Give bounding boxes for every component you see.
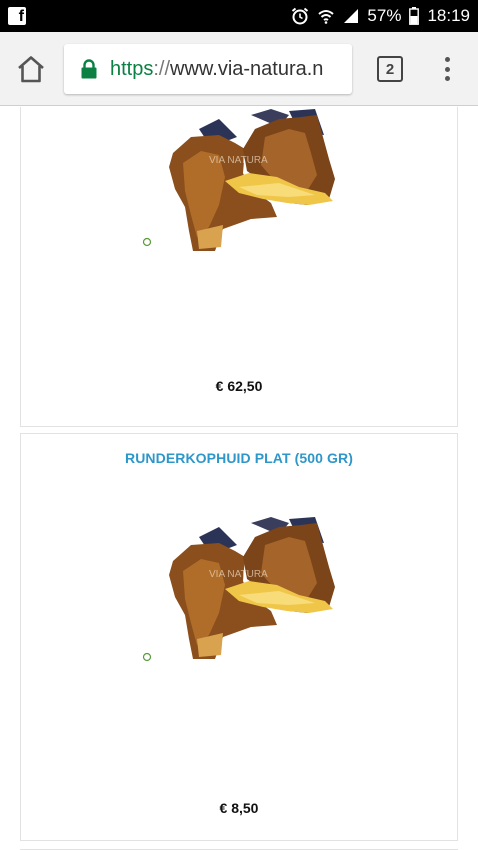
battery-icon	[409, 7, 420, 25]
product-price: € 8,50	[219, 800, 259, 816]
product-price: € 62,50	[215, 378, 263, 394]
url-separator: ://	[153, 57, 171, 80]
tab-switcher-button[interactable]: 2	[377, 56, 403, 82]
wifi-icon	[318, 10, 335, 24]
signal-icon	[344, 9, 359, 23]
status-bar: f 57% 18:19	[0, 0, 478, 32]
browser-toolbar: https://www.via-natura.n 2	[0, 32, 478, 106]
lock-icon	[81, 59, 97, 79]
product-image[interactable]: VIA NATURA	[139, 107, 339, 257]
product-title-link[interactable]: RUNDERKOPHUID PLAT (500 GR)	[21, 450, 457, 466]
more-vert-icon[interactable]	[438, 54, 456, 84]
battery-level: 57%	[367, 6, 402, 25]
page-content: VIA NATURA € 62,50 RUNDERKOPHUID PLAT (5…	[0, 107, 478, 850]
url-bar[interactable]: https://www.via-natura.n	[64, 44, 352, 94]
url-scheme: https	[110, 57, 154, 80]
image-watermark: VIA NATURA	[209, 569, 268, 580]
url-host: www.via-natura.n	[170, 57, 324, 80]
image-watermark: VIA NATURA	[209, 155, 268, 166]
product-image[interactable]: VIA NATURA	[139, 515, 339, 665]
home-icon[interactable]	[16, 55, 46, 83]
product-card[interactable]: VIA NATURA € 62,50	[20, 107, 458, 427]
clock: 18:19	[427, 6, 470, 25]
facebook-icon: f	[8, 7, 26, 25]
product-card[interactable]: RUNDERKOPHUID PLAT (500 GR) VIA NATURA €…	[20, 433, 458, 841]
alarm-icon	[292, 7, 309, 25]
tab-count: 2	[385, 60, 395, 78]
